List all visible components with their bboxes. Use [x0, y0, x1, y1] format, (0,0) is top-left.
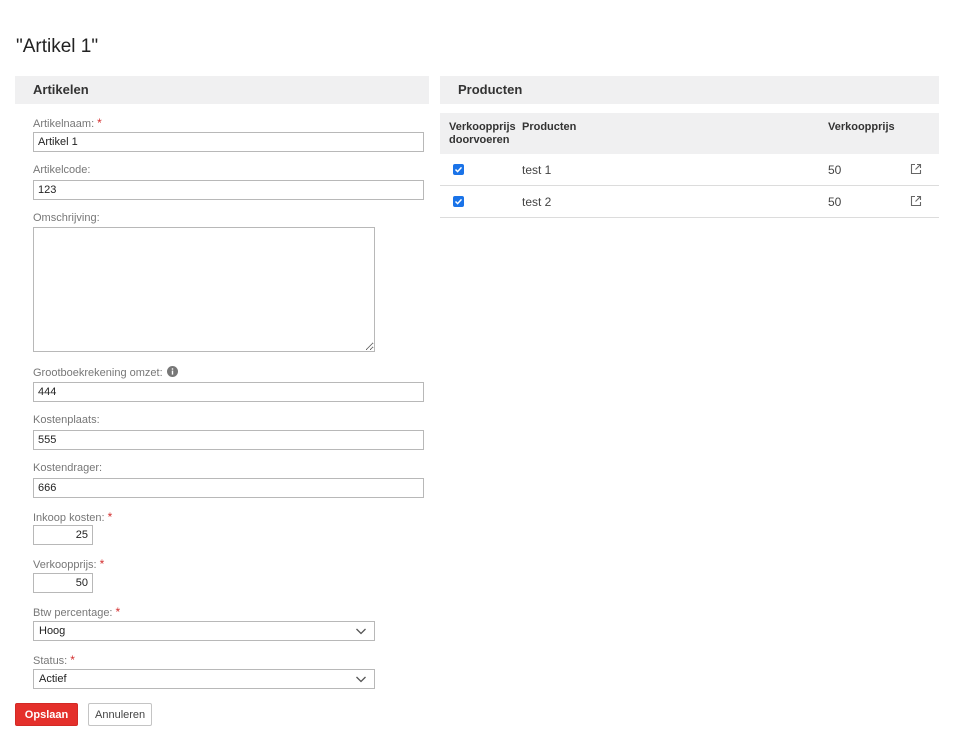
required-marker: *	[99, 557, 105, 571]
artikelnaam-label: Artikelnaam: *	[33, 116, 102, 130]
chevron-down-icon	[355, 625, 367, 637]
inkoop-kosten-label: Inkoop kosten: *	[33, 510, 113, 524]
products-table-header: Verkoopprijs doorvoeren Producten Verkoo…	[440, 113, 939, 154]
status-value: Actief	[39, 673, 67, 685]
btw-percentage-label: Btw percentage: *	[33, 605, 121, 619]
kostendrager-label: Kostendrager:	[33, 462, 103, 474]
verkoopprijs-label: Verkoopprijs: *	[33, 557, 105, 571]
artikelnaam-input[interactable]	[33, 132, 424, 152]
checkmark-icon	[454, 198, 463, 205]
product-price: 50	[828, 195, 842, 209]
column-header-doorvoeren: Verkoopprijs doorvoeren	[449, 121, 516, 146]
omschrijving-textarea[interactable]	[33, 227, 375, 352]
table-row: test 2 50	[440, 186, 939, 218]
checkmark-icon	[454, 166, 463, 173]
doorvoeren-checkbox[interactable]	[453, 196, 464, 207]
status-select[interactable]: Actief	[33, 669, 375, 689]
kostendrager-input[interactable]	[33, 478, 424, 498]
grootboekrekening-input[interactable]	[33, 382, 424, 402]
inkoop-kosten-input[interactable]	[33, 525, 93, 545]
chevron-down-icon	[355, 673, 367, 685]
cancel-button[interactable]: Annuleren	[88, 703, 152, 726]
verkoopprijs-input[interactable]	[33, 573, 93, 593]
product-name: test 1	[522, 163, 552, 177]
page-title: "Artikel 1"	[16, 36, 99, 57]
save-button[interactable]: Opslaan	[15, 703, 78, 726]
kostenplaats-label: Kostenplaats:	[33, 414, 100, 426]
btw-percentage-value: Hoog	[39, 625, 66, 637]
kostenplaats-input[interactable]	[33, 430, 424, 450]
artikelcode-label: Artikelcode:	[33, 164, 91, 176]
required-marker: *	[97, 116, 102, 130]
info-circle-icon[interactable]	[166, 366, 178, 377]
required-marker: *	[70, 653, 75, 667]
status-label: Status: *	[33, 653, 75, 667]
product-price: 50	[828, 163, 842, 177]
omschrijving-label: Omschrijving:	[33, 212, 100, 224]
product-name: test 2	[522, 195, 552, 209]
btw-percentage-select[interactable]: Hoog	[33, 621, 375, 641]
required-marker: *	[115, 605, 121, 619]
table-row: test 1 50	[440, 154, 939, 186]
artikelen-panel-header: Artikelen	[15, 76, 429, 104]
column-header-verkoopprijs: Verkoopprijs	[828, 121, 895, 133]
required-marker: *	[107, 510, 113, 524]
producten-panel-header: Producten	[440, 76, 939, 104]
column-header-producten: Producten	[522, 121, 577, 133]
grootboekrekening-label: Grootboekrekening omzet:	[33, 366, 178, 379]
artikelcode-input[interactable]	[33, 180, 424, 200]
external-link-icon[interactable]	[910, 195, 922, 207]
external-link-icon[interactable]	[910, 163, 922, 175]
doorvoeren-checkbox[interactable]	[453, 164, 464, 175]
